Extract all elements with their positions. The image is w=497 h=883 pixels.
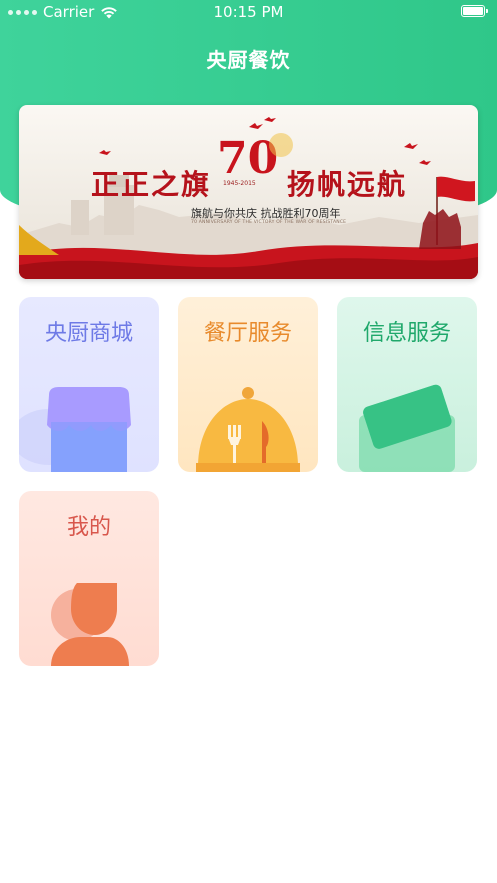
tile-label: 央厨商城 [44,321,133,346]
tile-label: 餐厅服务 [203,321,292,346]
banner-artwork: 70 [19,117,478,279]
banner-70-badge: 70 [217,133,278,184]
banner-slogan-right: 扬帆远航 [287,168,408,201]
status-time: 10:15 PM [213,3,284,21]
banner-slogan-left: 正正之旗 [91,168,212,201]
status-bar: Carrier 10:15 PM [0,0,497,24]
page-title: 央厨餐饮 [206,48,291,72]
tile-central-kitchen-mall[interactable]: 央厨商城 [19,297,159,472]
promo-banner[interactable]: 70 正正之旗 1945-2015 扬帆远航 旗航与你共庆 抗战胜利70周年 7… [19,105,478,279]
banner-subtitle-en: 70 ANNIVERSARY OF THE VICTORY OF THE WAR… [191,220,347,225]
tile-restaurant-service[interactable]: 餐厅服务 [178,297,318,472]
tile-label: 信息服务 [362,321,451,346]
tile-label: 我的 [66,515,111,540]
tile-information-service[interactable]: 信息服务 [337,297,477,472]
banner-subtitle: 旗航与你共庆 抗战胜利70周年 [191,207,341,220]
battery-icon [461,5,488,17]
tile-my-profile[interactable]: 我的 [19,491,159,666]
banner-years: 1945-2015 [223,180,256,187]
